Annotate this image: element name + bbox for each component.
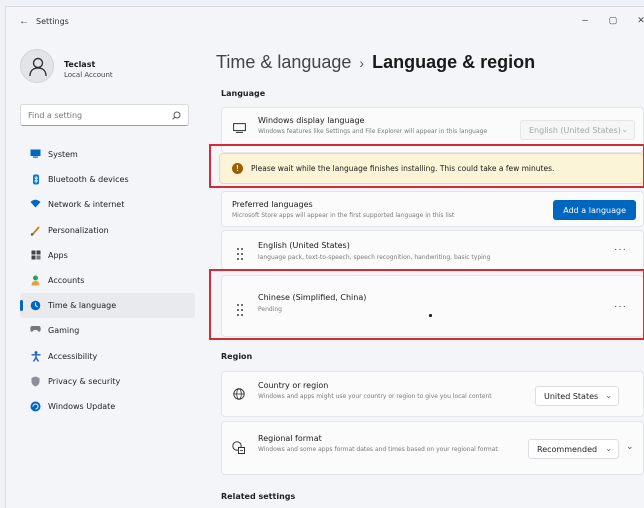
chevron-down-icon: ⌄ [605, 444, 612, 453]
language-features: language pack, text-to-speech, speech re… [258, 254, 491, 261]
chevron-down-icon: ⌄ [621, 125, 628, 134]
sidebar-item-apps[interactable]: Apps [20, 243, 195, 268]
regional-format-dropdown[interactable]: Recommended ⌄ [528, 439, 619, 459]
sidebar-item-label: Windows Update [48, 401, 116, 411]
related-settings-heading: Related settings [221, 492, 296, 501]
breadcrumb: Time & language › Language & region [216, 52, 535, 73]
sidebar-item-bluetooth-devices[interactable]: Bluetooth & devices [20, 167, 195, 192]
language-name: English (United States) [258, 241, 350, 250]
sidebar-item-windows-update[interactable]: Windows Update [20, 394, 195, 419]
language-item-english[interactable]: English (United States) language pack, t… [221, 230, 644, 270]
drag-handle-icon[interactable] [236, 246, 244, 261]
regional-format-card[interactable]: Regional format Windows and some apps fo… [221, 421, 644, 475]
minimize-button[interactable]: – [575, 15, 595, 26]
windows-update-icon [30, 401, 41, 412]
chevron-down-icon: ⌄ [605, 391, 612, 400]
preferred-languages-description: Microsoft Store apps will appear in the … [232, 212, 455, 219]
display-language-title: Windows display language [258, 116, 365, 125]
avatar [20, 49, 54, 83]
cursor-icon [429, 314, 432, 317]
title-bar: ← Settings – ▢ ✕ [6, 7, 644, 37]
breadcrumb-parent[interactable]: Time & language [216, 52, 351, 72]
sidebar-item-label: System [48, 150, 78, 159]
regional-format-description: Windows and some apps format dates and t… [258, 446, 498, 453]
expand-chevron-icon[interactable]: ⌄ [626, 441, 634, 452]
sidebar-item-network-internet[interactable]: Network & internet [20, 192, 195, 217]
regional-format-icon [232, 441, 245, 457]
country-region-title: Country or region [258, 381, 329, 390]
more-options-icon[interactable]: ··· [614, 244, 627, 255]
search-icon[interactable] [172, 111, 181, 122]
privacy-icon [30, 376, 41, 387]
bluetooth-icon [30, 174, 41, 185]
dropdown-value: Recommended [537, 445, 598, 454]
regional-format-title: Regional format [258, 434, 322, 443]
country-region-description: Windows and apps might use your country … [258, 393, 492, 400]
profile-name: Teclast [64, 60, 96, 69]
search-input[interactable] [21, 105, 161, 126]
sidebar-item-label: Apps [48, 250, 68, 260]
gaming-icon [30, 325, 41, 336]
sidebar-item-label: Time & language [48, 301, 117, 311]
time-language-icon [30, 300, 41, 311]
accounts-icon [30, 275, 41, 286]
display-language-dropdown[interactable]: English (United States) ⌄ [520, 120, 635, 140]
sidebar-item-time-language[interactable]: Time & language [20, 293, 195, 319]
profile-account-type: Local Account [64, 71, 113, 79]
back-arrow-icon[interactable]: ← [19, 16, 29, 27]
sidebar-item-label: Network & internet [48, 200, 125, 210]
maximize-button[interactable]: ▢ [603, 15, 623, 26]
display-language-description: Windows features like Settings and File … [258, 128, 488, 135]
sidebar-item-privacy-security[interactable]: Privacy & security [20, 369, 195, 394]
sidebar-item-label: Personalization [48, 225, 109, 235]
sidebar-item-label: Gaming [48, 326, 80, 336]
preferred-languages-title: Preferred languages [232, 200, 313, 209]
dropdown-value: United States [544, 392, 599, 401]
sidebar-item-accounts[interactable]: Accounts [20, 268, 195, 293]
personalization-icon [30, 225, 41, 236]
sidebar-item-label: Accounts [48, 275, 85, 285]
language-section-heading: Language [221, 89, 266, 98]
breadcrumb-separator: › [359, 55, 365, 71]
person-icon [29, 57, 47, 77]
country-region-card: Country or region Windows and apps might… [221, 371, 644, 417]
region-section-heading: Region [221, 352, 253, 361]
accessibility-icon [30, 350, 41, 362]
sidebar-item-gaming[interactable]: Gaming [20, 318, 195, 343]
add-language-button[interactable]: Add a language [553, 200, 636, 220]
dropdown-value: English (United States) [529, 126, 621, 135]
globe-icon [233, 388, 245, 403]
page-title: Language & region [372, 52, 536, 72]
settings-window: ← Settings – ▢ ✕ Teclast Local Account S… [5, 6, 644, 508]
network-icon [30, 199, 41, 210]
sidebar-item-personalization[interactable]: Personalization [20, 218, 195, 243]
monitor-icon [233, 123, 246, 136]
preferred-languages-card: Preferred languages Microsoft Store apps… [221, 191, 644, 227]
sidebar-item-label: Accessibility [48, 351, 98, 361]
pending-language-highlight-box [209, 269, 644, 340]
sidebar-item-label: Privacy & security [48, 376, 121, 386]
sidebar-item-label: Bluetooth & devices [48, 175, 129, 185]
active-indicator [20, 300, 23, 312]
system-icon [30, 149, 41, 160]
apps-icon [30, 250, 41, 261]
close-button[interactable]: ✕ [631, 15, 644, 26]
settings-search[interactable] [20, 104, 189, 126]
sidebar-nav: System Bluetooth & devices Network & int… [20, 142, 195, 419]
country-region-dropdown[interactable]: United States ⌄ [535, 386, 619, 406]
warning-highlight-box [209, 144, 644, 188]
window-title: Settings [36, 17, 69, 26]
sidebar-item-system[interactable]: System [20, 142, 195, 167]
sidebar-item-accessibility[interactable]: Accessibility [20, 344, 195, 369]
